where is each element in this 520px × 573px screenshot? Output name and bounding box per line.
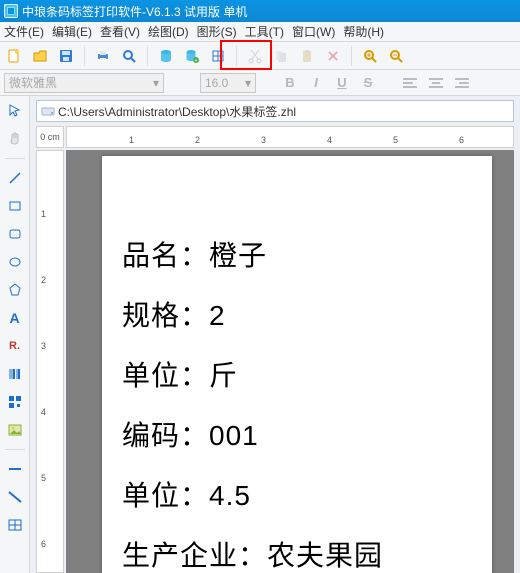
menu-tool[interactable]: 工具(T) [245, 23, 284, 40]
label-line-name[interactable]: 品名：橙子 [122, 234, 267, 274]
database-icon[interactable] [156, 46, 176, 66]
align-center-icon[interactable] [426, 74, 446, 92]
separator [84, 46, 85, 66]
menu-edit[interactable]: 编辑(E) [52, 23, 92, 40]
paste-icon [297, 46, 317, 66]
canvas[interactable]: 品名：橙子 规格：2 单位：斤 编码：001 单位：4.5 生产企业：农夫果园 [66, 150, 514, 573]
label-line-company[interactable]: 生产企业：农夫果园 [122, 534, 383, 573]
separator [5, 158, 25, 159]
drive-icon [41, 104, 55, 118]
grid-icon[interactable] [208, 46, 228, 66]
ruler-corner: 0 cm [36, 126, 64, 148]
vline-tool-icon[interactable] [4, 486, 26, 508]
menu-shape[interactable]: 图形(S) [197, 23, 237, 40]
image-tool-icon[interactable] [4, 419, 26, 441]
format-bar: 微软雅黑 ▾ 16.0 ▾ B I U S [0, 70, 520, 96]
ruler-vertical: 1 2 3 4 5 6 [36, 150, 64, 573]
font-size-value: 16.0 [205, 76, 228, 90]
work-area: A R. C:\Users\Administrator\Desktop\水果标签… [0, 96, 520, 573]
hand-tool-icon[interactable] [4, 128, 26, 150]
zoom-out-icon[interactable] [386, 46, 406, 66]
app-title: 中琅条码标签打印软件-V6.1.3 试用版 单机 [22, 3, 247, 20]
font-name-value: 微软雅黑 [9, 74, 57, 91]
line-tool-icon[interactable] [4, 167, 26, 189]
roundrect-tool-icon[interactable] [4, 223, 26, 245]
label-line-spec[interactable]: 规格：2 [122, 294, 226, 334]
document-path-bar: C:\Users\Administrator\Desktop\水果标签.zhl [36, 100, 514, 122]
font-size-combo[interactable]: 16.0 ▾ [200, 73, 256, 93]
menu-window[interactable]: 窗口(W) [292, 23, 335, 40]
copy-icon [271, 46, 291, 66]
label-page[interactable]: 品名：橙子 规格：2 单位：斤 编码：001 单位：4.5 生产企业：农夫果园 [102, 156, 492, 573]
delete-icon [323, 46, 343, 66]
document-area: C:\Users\Administrator\Desktop\水果标签.zhl … [30, 96, 520, 573]
strike-button[interactable]: S [358, 73, 378, 93]
bold-button[interactable]: B [280, 73, 300, 93]
chevron-down-icon: ▾ [153, 76, 159, 90]
side-toolbar: A R. [0, 96, 30, 573]
separator [236, 46, 237, 66]
text-tool-icon[interactable]: A [4, 307, 26, 329]
separator [5, 449, 25, 450]
open-icon[interactable] [30, 46, 50, 66]
menu-draw[interactable]: 绘图(D) [148, 23, 189, 40]
cut-icon [245, 46, 265, 66]
title-bar: 中琅条码标签打印软件-V6.1.3 试用版 单机 [0, 0, 520, 22]
zoom-in-icon[interactable] [360, 46, 380, 66]
document-path-text: C:\Users\Administrator\Desktop\水果标签.zhl [58, 103, 296, 120]
table-tool-icon[interactable] [4, 514, 26, 536]
align-left-icon[interactable] [400, 74, 420, 92]
label-line-unit[interactable]: 单位：斤 [122, 354, 238, 394]
hline-tool-icon[interactable] [4, 458, 26, 480]
chevron-down-icon: ▾ [245, 76, 251, 90]
app-icon [4, 4, 18, 18]
italic-button[interactable]: I [306, 73, 326, 93]
rect-tool-icon[interactable] [4, 195, 26, 217]
menu-file[interactable]: 文件(E) [4, 23, 44, 40]
new-icon[interactable] [4, 46, 24, 66]
svg-text:+: + [195, 58, 198, 64]
preview-icon[interactable] [119, 46, 139, 66]
richtext-tool-icon[interactable]: R. [4, 335, 26, 357]
ruler-horizontal: 1 2 3 4 5 6 [66, 126, 514, 148]
menu-bar: 文件(E) 编辑(E) 查看(V) 绘图(D) 图形(S) 工具(T) 窗口(W… [0, 22, 520, 42]
qrcode-tool-icon[interactable] [4, 391, 26, 413]
database-settings-icon[interactable]: + [182, 46, 202, 66]
label-line-code[interactable]: 编码：001 [122, 414, 259, 454]
font-name-combo[interactable]: 微软雅黑 ▾ [4, 73, 164, 93]
separator [147, 46, 148, 66]
align-right-icon[interactable] [452, 74, 472, 92]
ellipse-tool-icon[interactable] [4, 251, 26, 273]
pointer-tool-icon[interactable] [4, 100, 26, 122]
underline-button[interactable]: U [332, 73, 352, 93]
polygon-tool-icon[interactable] [4, 279, 26, 301]
barcode-tool-icon[interactable] [4, 363, 26, 385]
print-icon[interactable] [93, 46, 113, 66]
menu-help[interactable]: 帮助(H) [343, 23, 384, 40]
separator [351, 46, 352, 66]
main-toolbar: + [0, 42, 520, 70]
save-icon[interactable] [56, 46, 76, 66]
label-line-unit2[interactable]: 单位：4.5 [122, 474, 251, 514]
menu-view[interactable]: 查看(V) [100, 23, 140, 40]
